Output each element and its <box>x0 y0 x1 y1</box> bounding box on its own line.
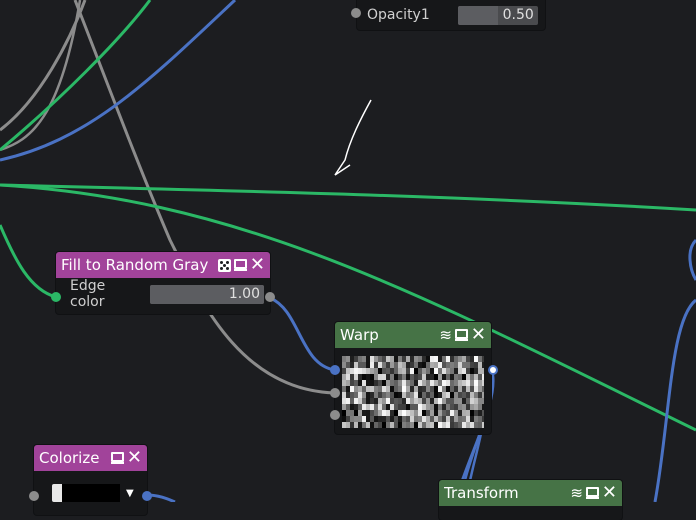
node-title: Transform <box>444 484 519 502</box>
chevron-down-icon[interactable]: ▼ <box>126 488 134 499</box>
wire-blue <box>688 238 696 281</box>
monitor-icon[interactable] <box>454 329 468 341</box>
pen-stroke <box>334 99 372 176</box>
colorize-input-port[interactable] <box>29 491 39 501</box>
colorize-node[interactable]: Colorize ✕ ▼ <box>29 445 152 515</box>
edge-color-input-port[interactable] <box>51 292 61 302</box>
close-icon[interactable]: ✕ <box>127 449 142 467</box>
opacity-value: 0.50 <box>502 6 534 23</box>
wire-blue <box>269 296 336 372</box>
warp-input-port[interactable] <box>330 410 340 420</box>
layers-add-icon[interactable]: ≋ <box>439 327 452 343</box>
colorize-output-port[interactable] <box>142 491 152 501</box>
monitor-icon[interactable] <box>110 452 124 464</box>
warp-node[interactable]: Warp ≋ ✕ <box>330 322 496 434</box>
monitor-icon[interactable] <box>233 259 247 271</box>
monitor-icon[interactable] <box>585 487 599 499</box>
layers-add-icon[interactable]: ≋ <box>570 485 583 501</box>
noise-preview <box>342 356 484 428</box>
node-header[interactable]: Warp ≋ ✕ <box>335 322 491 348</box>
opacity-slider-fill <box>457 5 498 25</box>
warp-input-port[interactable] <box>330 388 340 398</box>
color-swatch[interactable] <box>62 484 120 502</box>
close-icon[interactable]: ✕ <box>471 326 486 344</box>
wire-blue <box>653 298 696 502</box>
edge-color-output-port[interactable] <box>265 292 275 302</box>
close-icon[interactable]: ✕ <box>250 256 265 274</box>
opacity-label: Opacity1 <box>367 7 430 23</box>
wire-blue <box>0 0 237 162</box>
wire-gray <box>0 0 87 132</box>
opacity-input-port[interactable] <box>351 8 361 18</box>
edge-color-value: 1.00 <box>228 285 260 302</box>
wire-gray <box>0 0 82 152</box>
warp-input-port[interactable] <box>330 365 340 375</box>
node-title: Fill to Random Gray <box>61 256 209 274</box>
opacity-slider[interactable]: 0.50 <box>457 5 538 25</box>
wire-gray <box>73 0 336 395</box>
node-header[interactable]: Transform ≋ ✕ <box>439 480 622 506</box>
node-title: Warp <box>340 326 379 344</box>
fill-to-random-gray-node[interactable]: Fill to Random Gray ✕ Edge color 1.00 <box>51 252 275 314</box>
color-picker[interactable]: ▼ <box>52 483 134 503</box>
warp-output-port[interactable] <box>490 367 496 373</box>
opacity-node[interactable]: Opacity1 0.50 <box>351 0 545 30</box>
edge-color-slider[interactable]: 1.00 <box>150 284 264 304</box>
node-header[interactable]: Colorize ✕ <box>34 445 147 471</box>
wire-green <box>0 224 57 299</box>
edge-color-label: Edge color <box>70 278 106 310</box>
node-header[interactable]: Fill to Random Gray ✕ <box>56 252 270 278</box>
dice-icon[interactable] <box>217 258 231 272</box>
close-icon[interactable]: ✕ <box>602 484 617 502</box>
transform-node[interactable]: Transform ≋ ✕ <box>439 480 622 520</box>
node-title: Colorize <box>39 449 100 467</box>
